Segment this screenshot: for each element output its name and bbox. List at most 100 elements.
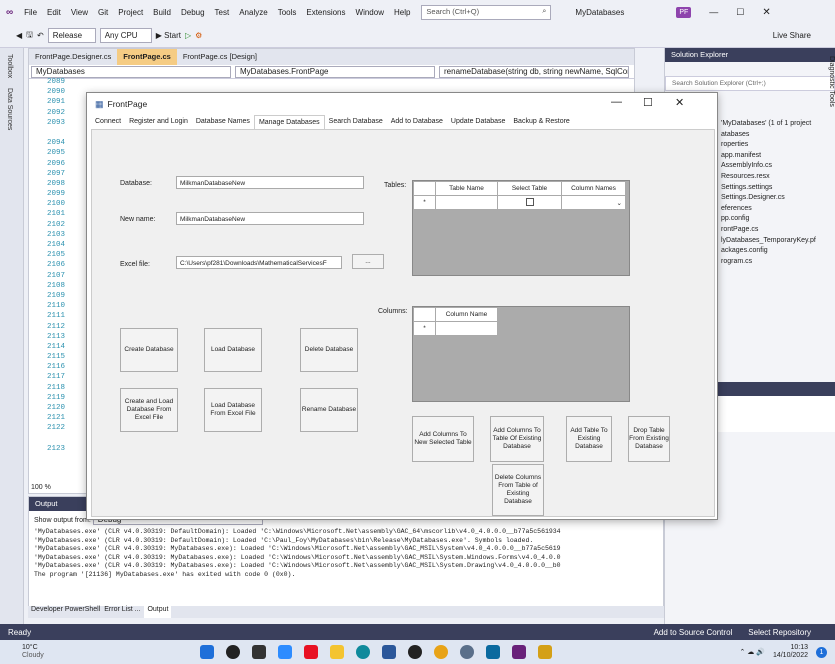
menu-debug[interactable]: Debug	[176, 8, 210, 17]
settings-icon[interactable]	[459, 645, 474, 659]
delete-database-button[interactable]: Delete Database	[300, 328, 358, 372]
back-icon[interactable]: ◀	[16, 31, 22, 40]
minimize-icon[interactable]: —	[709, 7, 718, 17]
solution-tree-item[interactable]: pp.config	[721, 214, 835, 225]
tab-database-names[interactable]: Database Names	[192, 115, 254, 129]
create-load-excel-button[interactable]: Create and Load Database From Excel File	[120, 388, 178, 432]
new-name-input[interactable]: MilkmanDatabaseNew	[176, 212, 364, 225]
configuration-select[interactable]: Release	[47, 28, 96, 43]
play-icon[interactable]: ▷	[185, 31, 191, 40]
tab-output[interactable]: Output	[144, 606, 172, 618]
onedrive-icon[interactable]	[485, 645, 500, 659]
xbox-icon[interactable]	[407, 645, 422, 659]
tab-update-database[interactable]: Update Database	[447, 115, 509, 129]
database-input[interactable]: MilkmanDatabaseNew	[176, 176, 364, 189]
app-icon[interactable]	[537, 645, 552, 659]
maximize-icon[interactable]: ☐	[736, 7, 744, 18]
menu-project[interactable]: Project	[113, 8, 148, 17]
menu-file[interactable]: File	[19, 8, 42, 17]
search-icon[interactable]	[225, 645, 240, 659]
tab-register-login[interactable]: Register and Login	[125, 115, 192, 129]
platform-select[interactable]: Any CPU	[99, 28, 152, 43]
search-box[interactable]: Search (Ctrl+Q) ⌕	[421, 4, 552, 20]
select-table-cell[interactable]	[497, 195, 562, 210]
notification-icon[interactable]: 1	[816, 646, 827, 658]
tab-frontpage-cs[interactable]: FrontPage.cs	[117, 49, 177, 65]
add-source-control-button[interactable]: Add to Source Control	[654, 628, 733, 637]
menu-git[interactable]: Git	[93, 8, 113, 17]
create-database-button[interactable]: Create Database	[120, 328, 178, 372]
tab-developer-powershell[interactable]: Developer PowerShell	[31, 606, 100, 618]
solution-tree-item[interactable]: atabases	[721, 130, 835, 141]
solution-search[interactable]: Search Solution Explorer (Ctrl+;)	[665, 76, 835, 91]
solution-tree-item[interactable]: eferences	[721, 204, 835, 215]
select-repository-button[interactable]: Select Repository	[748, 628, 811, 637]
menu-test[interactable]: Test	[210, 8, 235, 17]
menu-view[interactable]: View	[66, 8, 93, 17]
drop-table-button[interactable]: Drop Table From Existing Database	[628, 416, 670, 462]
toolbox-tab[interactable]: Toolbox	[6, 54, 13, 78]
undo-icon[interactable]: ↶	[37, 31, 44, 40]
add-table-button[interactable]: Add Table To Existing Database	[566, 416, 612, 462]
tab-backup-restore[interactable]: Backup & Restore	[509, 115, 573, 129]
chat-icon[interactable]	[303, 645, 318, 659]
delete-columns-button[interactable]: Delete Columns From Table of Existing Da…	[492, 464, 544, 516]
solution-tree-item[interactable]: roperties	[721, 140, 835, 151]
solution-tree-item[interactable]: rontPage.cs	[721, 225, 835, 236]
column-names-cell[interactable]: ⌄	[561, 195, 626, 210]
menu-analyze[interactable]: Analyze	[234, 8, 272, 17]
form-close-icon[interactable]: ✕	[675, 96, 684, 109]
add-columns-new-table-button[interactable]: Add Columns To New Selected Table	[412, 416, 474, 462]
tab-frontpage-design[interactable]: FrontPage.cs [Design]	[177, 49, 263, 65]
menu-help[interactable]: Help	[389, 8, 415, 17]
solution-tree-item[interactable]: AssemblyInfo.cs	[721, 161, 835, 172]
select-table-checkbox[interactable]	[525, 197, 534, 206]
tab-error-list[interactable]: Error List ...	[104, 606, 140, 618]
zoom-level[interactable]: 100 %	[31, 484, 51, 491]
chrome-icon[interactable]	[433, 645, 448, 659]
tab-manage-databases[interactable]: Manage Databases	[253, 115, 325, 129]
file-explorer-icon[interactable]	[329, 645, 344, 659]
solution-tree-item[interactable]: ackages.config	[721, 246, 835, 257]
solution-tree-item[interactable]: rogram.cs	[721, 257, 835, 268]
save-icon[interactable]: 🖫	[26, 29, 33, 43]
tab-add-to-database[interactable]: Add to Database	[387, 115, 447, 129]
start-button[interactable]: ▶ Start	[156, 31, 181, 40]
menu-tools[interactable]: Tools	[273, 8, 302, 17]
live-share-button[interactable]: Live Share	[773, 31, 811, 40]
task-view-icon[interactable]	[251, 645, 266, 659]
solution-tree-item[interactable]: Resources.resx	[721, 172, 835, 183]
nav-project-select[interactable]: MyDatabases	[31, 65, 231, 78]
table-name-cell[interactable]	[435, 195, 498, 210]
nav-class-select[interactable]: MyDatabases.FrontPage	[235, 65, 435, 78]
close-icon[interactable]: ✕	[762, 7, 770, 18]
column-name-cell[interactable]	[435, 321, 498, 336]
edge-icon[interactable]	[355, 645, 370, 659]
data-sources-tab[interactable]: Data Sources	[6, 88, 13, 130]
menu-edit[interactable]: Edit	[42, 8, 66, 17]
zoom-icon[interactable]	[277, 645, 292, 659]
tab-connect[interactable]: Connect	[91, 115, 125, 129]
user-badge[interactable]: PF	[676, 6, 692, 18]
weather-widget[interactable]: 10°C Cloudy	[0, 644, 44, 660]
solution-tree-item[interactable]: app.manifest	[721, 151, 835, 162]
menu-build[interactable]: Build	[148, 8, 176, 17]
tab-frontpage-designer[interactable]: FrontPage.Designer.cs	[29, 49, 117, 65]
form-maximize-icon[interactable]: ☐	[643, 96, 653, 109]
visual-studio-icon[interactable]	[511, 645, 526, 659]
diagnostic-tools-tab[interactable]: Diagnostic Tools	[828, 56, 835, 107]
debug-icon[interactable]: ⚙	[195, 31, 202, 40]
load-excel-button[interactable]: Load Database From Excel File	[204, 388, 262, 432]
load-database-button[interactable]: Load Database	[204, 328, 262, 372]
form-minimize-icon[interactable]: —	[611, 96, 622, 108]
solution-tree-item[interactable]: 'MyDatabases' (1 of 1 project	[721, 119, 835, 130]
tables-grid[interactable]: Table Name Select Table Column Names * ⌄	[412, 180, 630, 276]
solution-tree-item[interactable]: Settings.settings	[721, 183, 835, 194]
solution-tree-item[interactable]: Settings.Designer.cs	[721, 193, 835, 204]
tab-search-database[interactable]: Search Database	[325, 115, 387, 129]
add-columns-existing-button[interactable]: Add Columns To Table Of Existing Databas…	[490, 416, 544, 462]
browse-button[interactable]: ...	[352, 254, 384, 269]
menu-window[interactable]: Window	[351, 8, 389, 17]
rename-database-button[interactable]: Rename Database	[300, 388, 358, 432]
clock[interactable]: 10:13 14/10/2022	[773, 644, 808, 660]
